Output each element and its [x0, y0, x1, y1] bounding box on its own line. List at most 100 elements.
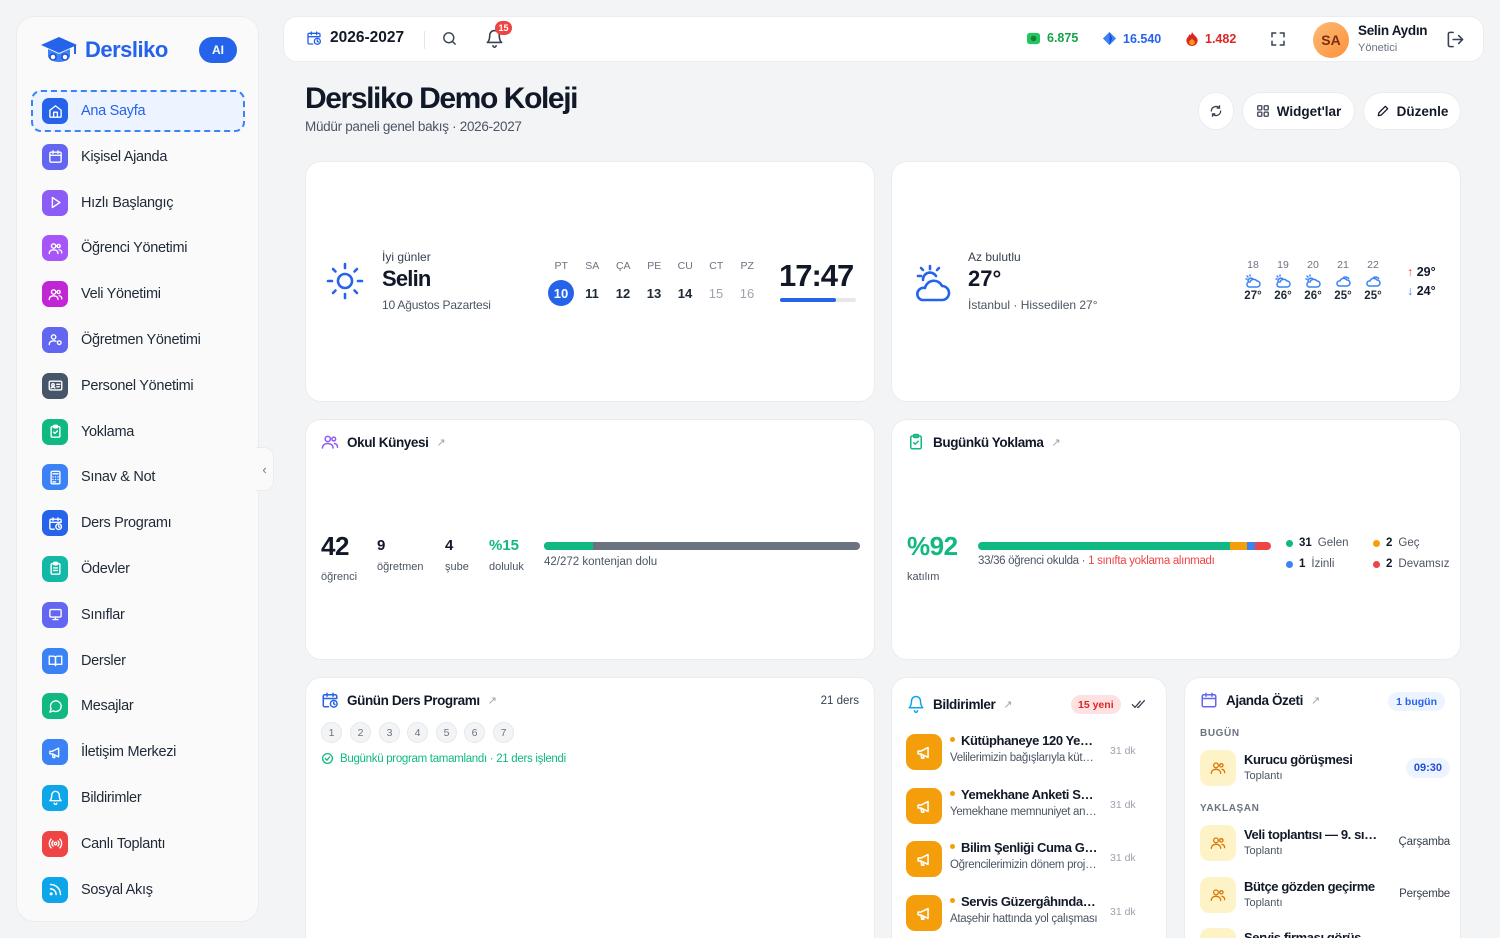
- week-day[interactable]: PZ 16: [734, 260, 761, 306]
- brand[interactable]: Dersliko: [39, 35, 168, 65]
- sidebar-collapse-button[interactable]: ‹: [256, 447, 274, 491]
- period-chip[interactable]: 4: [407, 722, 428, 743]
- notification-time: 31 dk: [1110, 852, 1136, 864]
- edit-button[interactable]: Düzenle: [1363, 92, 1461, 130]
- agenda-item[interactable]: Veli toplantısı — 9. sınıflar Toplantı Ç…: [1200, 823, 1450, 865]
- sidebar-item-siniflar[interactable]: Sınıflar: [31, 594, 245, 636]
- fullscreen-icon[interactable]: [1269, 30, 1287, 48]
- sidebar-item-ogretmen-yonetimi[interactable]: Öğretmen Yönetimi: [31, 319, 245, 361]
- period-chip[interactable]: 3: [379, 722, 400, 743]
- week-day[interactable]: CU 14: [672, 260, 699, 306]
- sidebar-item-yoklama[interactable]: Yoklama: [31, 411, 245, 453]
- sidebar-item-canli-toplanti[interactable]: Canlı Toplantı: [31, 823, 245, 865]
- attendance-title: Bugünkü Yoklama: [933, 434, 1044, 450]
- sidebar-item-iletisim-merkezi[interactable]: İletişim Merkezi: [31, 731, 245, 773]
- cloud-icon: [1334, 273, 1352, 289]
- weather-condition: Az bulutlu: [968, 250, 1021, 264]
- week-day[interactable]: SA 11: [579, 260, 606, 306]
- avatar[interactable]: SA: [1313, 22, 1349, 58]
- users-icon: [42, 235, 68, 262]
- stat-gem[interactable]: 16.540: [1102, 31, 1161, 46]
- week-day-name: CT: [709, 260, 724, 272]
- sidebar-item-odevler[interactable]: Ödevler: [31, 548, 245, 590]
- forecast-day: 20 26°: [1299, 259, 1327, 302]
- widgets-button[interactable]: Widget'lar: [1242, 92, 1355, 130]
- week-day[interactable]: ÇA 12: [610, 260, 637, 306]
- external-link-icon: ↗: [1051, 436, 1061, 449]
- sidebar-item-bildirimler[interactable]: Bildirimler: [31, 777, 245, 819]
- week-day[interactable]: PE 13: [641, 260, 668, 306]
- branch-label: şube: [445, 561, 469, 573]
- notification-body: Velilerimizin bağışlarıyla kütüphanemize: [950, 752, 1098, 764]
- capacity-text: 42/272 kontenjan dolu: [544, 556, 658, 568]
- sidebar-item-kisisel-ajanda[interactable]: Kişisel Ajanda: [31, 136, 245, 178]
- attendance-warning[interactable]: 1 sınıfta yoklama alınmadı: [1088, 555, 1215, 567]
- external-link-icon: ↗: [1310, 694, 1320, 707]
- week-day-date: 15: [708, 285, 724, 301]
- sidebar-item-ders-programi[interactable]: Ders Programı: [31, 502, 245, 544]
- sidebar-item-label: Ödevler: [81, 560, 130, 577]
- notifications-header[interactable]: Bildirimler ↗: [907, 695, 1013, 713]
- sidebar-item-hizli-baslangic[interactable]: Hızlı Başlangıç: [31, 182, 245, 224]
- agenda-header[interactable]: Ajanda Özeti ↗: [1200, 691, 1320, 709]
- period-chip[interactable]: 5: [436, 722, 457, 743]
- sidebar-item-personel-yonetimi[interactable]: Personel Yönetimi: [31, 365, 245, 407]
- schedule-header[interactable]: Günün Ders Programı ↗: [321, 691, 497, 709]
- sidebar-item-ana-sayfa[interactable]: Ana Sayfa: [31, 90, 245, 132]
- period-chip[interactable]: 7: [493, 722, 514, 743]
- check-all-icon[interactable]: [1131, 697, 1147, 711]
- academic-year-selector[interactable]: 2026-2027: [306, 29, 404, 47]
- notification-item[interactable]: Kütüphaneye 120 Yeni Kitap Velilerimizin…: [906, 730, 1156, 776]
- notification-item[interactable]: Bilim Şenliği Cuma Günü Öğrencilerimizin…: [906, 837, 1156, 883]
- book-open-icon: [42, 647, 68, 674]
- notification-title: Yemekhane Anketi Sonuçları: [950, 787, 1098, 802]
- greeting-text: İyi günler: [382, 250, 431, 264]
- student-count: 42: [321, 531, 349, 561]
- stat-money[interactable]: 6.875: [1026, 31, 1078, 45]
- cloud-icon: [1364, 273, 1382, 289]
- period-chip[interactable]: 1: [321, 722, 342, 743]
- week-day-name: ÇA: [615, 260, 631, 272]
- stat-fire[interactable]: 1.482: [1185, 31, 1236, 46]
- teacher-label: öğretmen: [377, 561, 424, 573]
- period-chip[interactable]: 2: [350, 722, 371, 743]
- ai-button[interactable]: AI: [199, 37, 237, 63]
- period-chip[interactable]: 6: [464, 722, 485, 743]
- refresh-button[interactable]: [1198, 92, 1234, 130]
- sidebar-item-veli-yonetimi[interactable]: Veli Yönetimi: [31, 273, 245, 315]
- week-day-name: CU: [677, 260, 693, 272]
- school-info-header[interactable]: Okul Künyesi ↗: [321, 433, 446, 451]
- agenda-item[interactable]: Servis firması görüşmesi Toplantı: [1200, 926, 1450, 938]
- search-icon[interactable]: [441, 30, 458, 47]
- sidebar-item-mesajlar[interactable]: Mesajlar: [31, 685, 245, 727]
- sidebar-item-label: İletişim Merkezi: [81, 744, 177, 761]
- attendance-header[interactable]: Bugünkü Yoklama ↗: [907, 433, 1061, 451]
- forecast-day: 18 27°: [1239, 259, 1267, 302]
- agenda-item[interactable]: Bütçe gözden geçirme Toplantı Perşembe: [1200, 875, 1450, 917]
- notification-body: Öğrencilerimizin dönem projeleri: [950, 859, 1098, 871]
- stat-value: 16.540: [1123, 31, 1162, 46]
- legend-count: 31: [1299, 537, 1312, 549]
- sidebar-item-sinav-not[interactable]: Sınav & Not: [31, 456, 245, 498]
- user-role: Yönetici: [1358, 42, 1398, 54]
- legend-label: Gelen: [1317, 537, 1349, 549]
- topbar: 2026-2027 15 6.875 16.540 1.482 SA Selin…: [283, 16, 1484, 62]
- agenda-today-label: BUGÜN: [1200, 728, 1240, 739]
- notifications-title: Bildirimler: [933, 696, 996, 712]
- agenda-item[interactable]: Kurucu görüşmesi Toplantı 09:30: [1200, 748, 1450, 790]
- attendance-bar: [978, 542, 1271, 550]
- week-day[interactable]: CT 15: [703, 260, 730, 306]
- sidebar-item-sosyal-akis[interactable]: Sosyal Akış: [31, 869, 245, 911]
- logout-icon[interactable]: [1446, 30, 1465, 49]
- arrow-up-icon: ↑: [1407, 265, 1414, 279]
- academic-year-label: 2026-2027: [330, 29, 405, 46]
- agenda-item-type: Toplantı: [1244, 845, 1283, 857]
- notification-item[interactable]: Yemekhane Anketi Sonuçları Yemekhane mem…: [906, 784, 1156, 830]
- agenda-item-title: Bütçe gözden geçirme: [1244, 879, 1375, 894]
- notification-item[interactable]: Servis Güzergâhında Değişiklik Ataşehir …: [906, 891, 1156, 937]
- sidebar-item-ogrenci-yonetimi[interactable]: Öğrenci Yönetimi: [31, 227, 245, 269]
- sun-cloud-icon: [1244, 273, 1262, 289]
- page-subtitle: Müdür paneli genel bakış · 2026-2027: [305, 119, 522, 134]
- sidebar-item-dersler[interactable]: Dersler: [31, 640, 245, 682]
- week-day[interactable]: PT 10: [548, 260, 575, 306]
